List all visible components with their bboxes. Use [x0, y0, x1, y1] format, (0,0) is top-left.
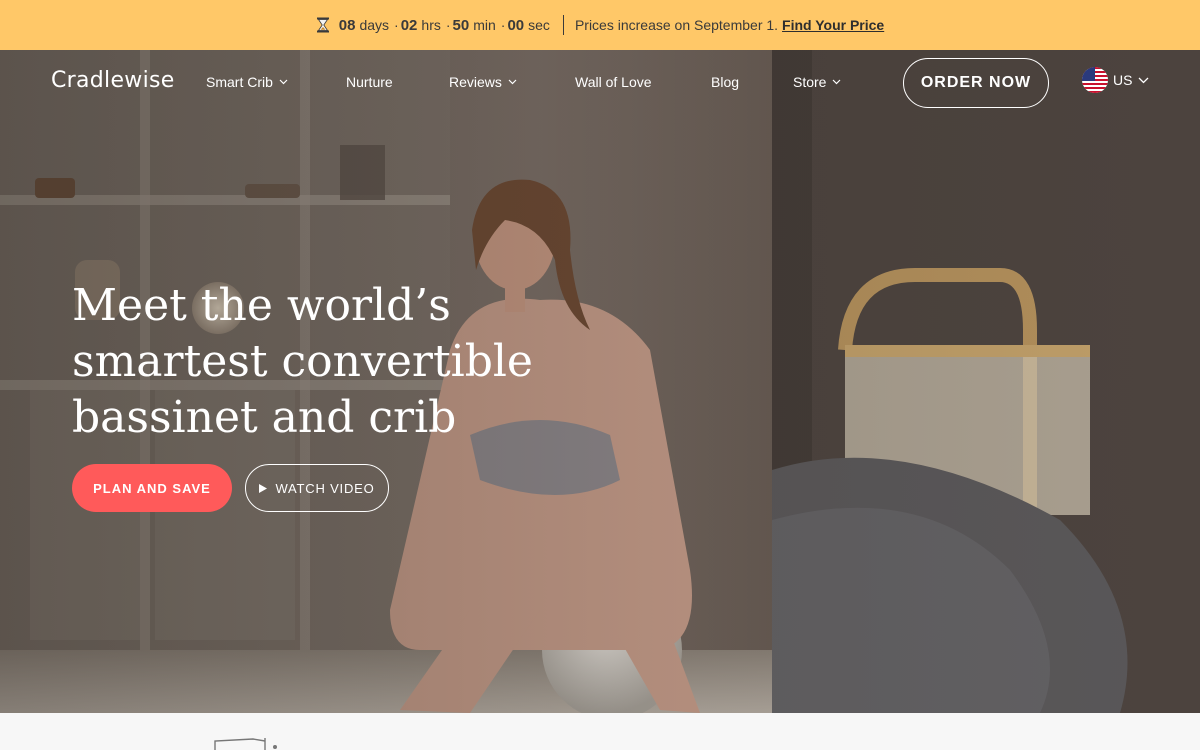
nav-item-store[interactable]: Store	[793, 74, 841, 90]
chevron-down-icon	[508, 79, 517, 85]
nav-item-label: Store	[793, 74, 827, 90]
countdown-seconds-value: 00	[507, 16, 525, 34]
order-now-button[interactable]: ORDER NOW	[903, 58, 1049, 108]
countdown-hours-value: 02	[400, 16, 418, 34]
countdown-separator: ·	[500, 17, 506, 33]
countdown-minutes-value: 50	[452, 16, 470, 34]
countdown-days-value: 08	[338, 16, 356, 34]
crib-outline-icon	[214, 738, 277, 750]
nav-item-reviews[interactable]: Reviews	[449, 74, 517, 90]
nav-item-nurture[interactable]: Nurture	[346, 74, 393, 90]
plan-and-save-button[interactable]: PLAN AND SAVE	[72, 464, 232, 512]
nav-item-label: Smart Crib	[206, 74, 273, 90]
headline-line: smartest convertible	[72, 336, 533, 387]
watch-video-label: WATCH VIDEO	[275, 480, 375, 496]
locale-label: US	[1113, 72, 1133, 88]
countdown-days-unit: days	[359, 17, 390, 33]
nav-item-label: Blog	[711, 74, 740, 90]
nav-item-blog[interactable]: Blog	[711, 74, 739, 90]
play-icon	[259, 483, 268, 493]
us-flag-icon	[1082, 67, 1108, 93]
promo-divider	[562, 15, 564, 35]
hourglass-icon	[316, 17, 330, 33]
countdown-hours-unit: hrs	[421, 17, 441, 33]
announcement-bar: 08 days · 02 hrs · 50 min · 00 sec Price…	[0, 0, 1200, 50]
headline-line: Meet the world’s	[72, 280, 451, 331]
headline-line: bassinet and crib	[72, 392, 457, 443]
nav-item-wall-of-love[interactable]: Wall of Love	[575, 74, 652, 90]
nav-item-smart-crib[interactable]: Smart Crib	[206, 74, 288, 90]
locale-selector[interactable]: US	[1082, 67, 1149, 93]
countdown-seconds-unit: sec	[528, 17, 550, 33]
countdown-minutes-unit: min	[473, 17, 496, 33]
chevron-down-icon	[1138, 77, 1149, 83]
promo-message: Prices increase on September 1.	[574, 17, 779, 33]
nav-item-label: Nurture	[346, 74, 393, 90]
main-nav: Cradlewise Smart Crib Nurture Reviews Wa…	[0, 50, 1200, 116]
countdown-separator: ·	[394, 17, 399, 33]
find-your-price-link[interactable]: Find Your Price	[782, 17, 884, 33]
countdown-separator: ·	[445, 17, 451, 33]
hero-headline: Meet the world’s smartest convertible ba…	[72, 278, 592, 446]
cradlewise-logo[interactable]: Cradlewise	[51, 68, 175, 93]
watch-video-button[interactable]: WATCH VIDEO	[245, 464, 389, 512]
next-section	[0, 713, 1200, 750]
chevron-down-icon	[833, 79, 841, 85]
nav-item-label: Wall of Love	[575, 74, 652, 90]
countdown: 08 days · 02 hrs · 50 min · 00 sec	[339, 17, 553, 34]
nav-item-label: Reviews	[449, 74, 502, 90]
chevron-down-icon	[279, 79, 288, 85]
